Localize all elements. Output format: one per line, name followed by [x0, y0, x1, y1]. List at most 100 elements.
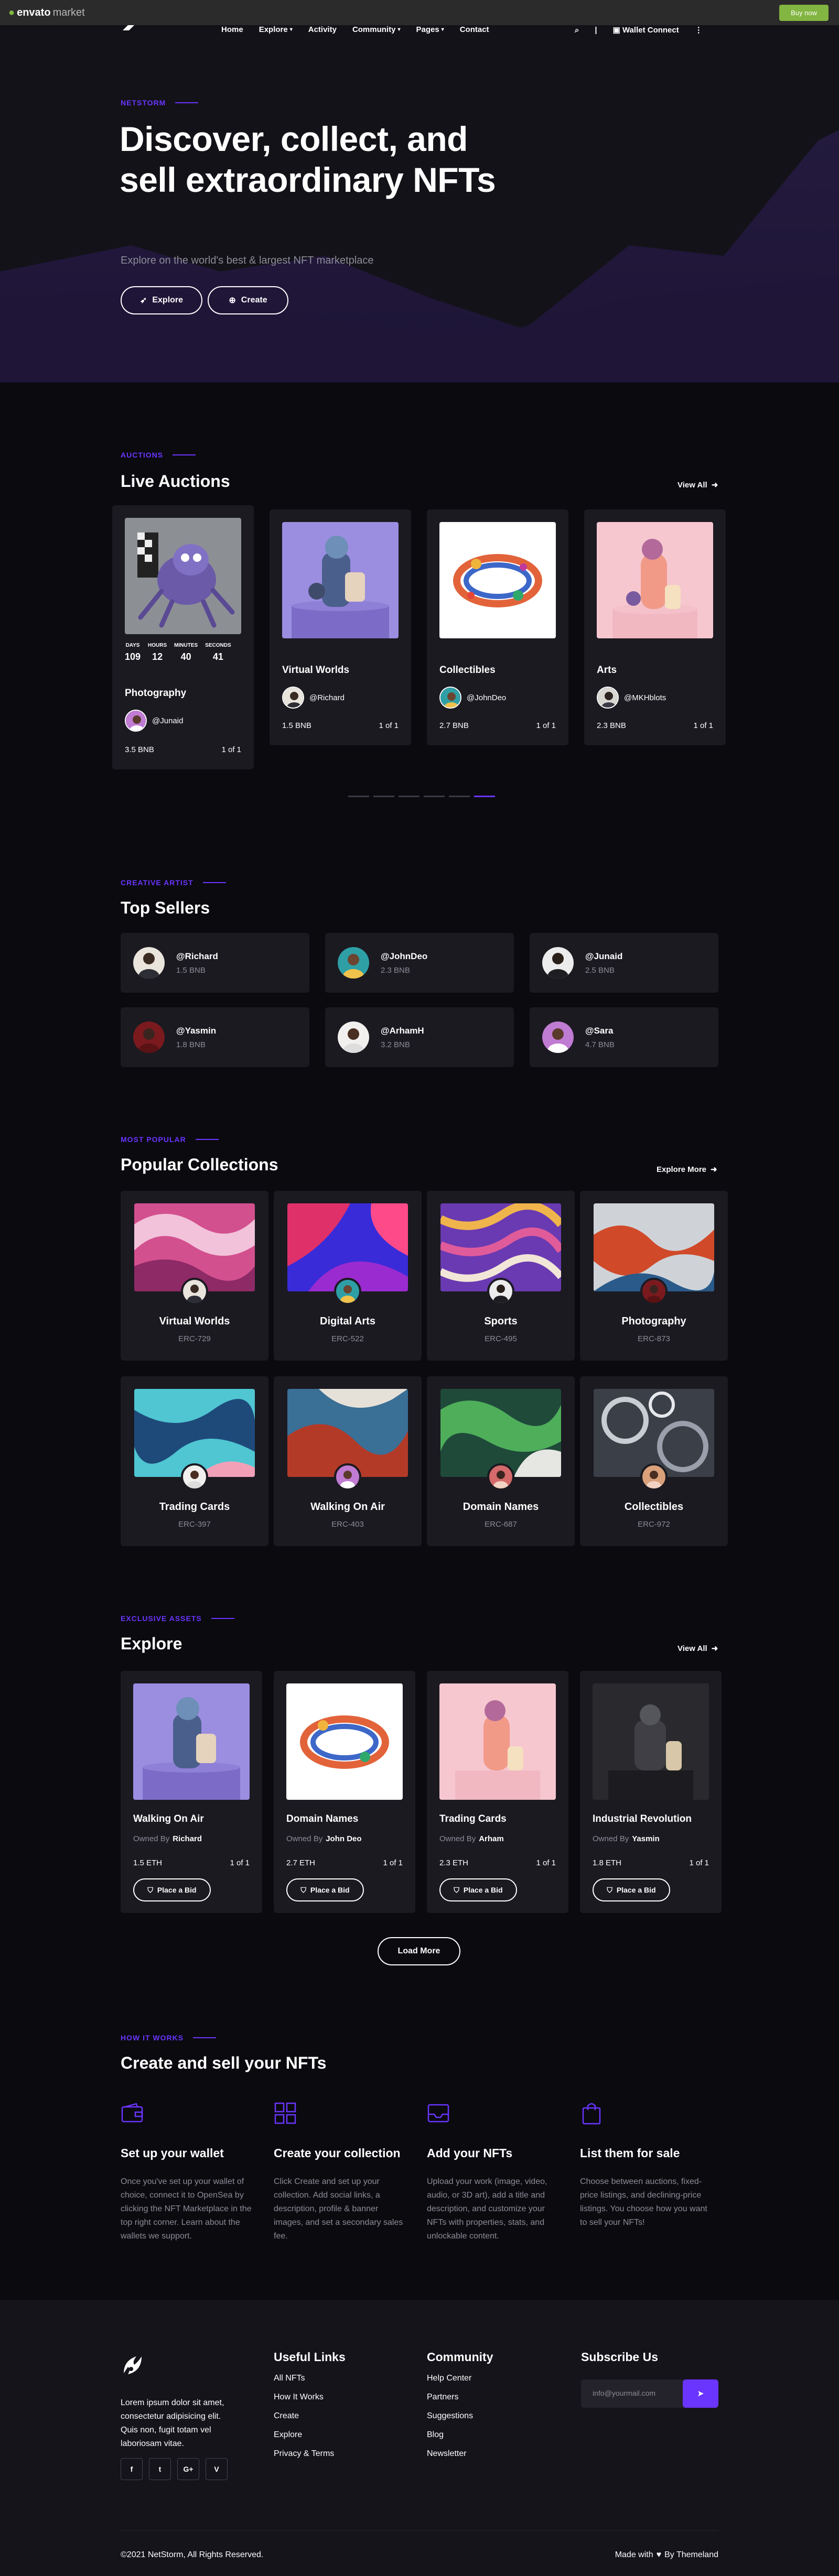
countdown-value: 40 [180, 651, 191, 662]
auction-owner[interactable]: @Richard [282, 687, 345, 709]
explore-card[interactable]: Walking On Air Owned By Richard 1.5 ETH 1… [121, 1671, 262, 1913]
create-button[interactable]: ⊕ Create [208, 286, 288, 314]
explore-button[interactable]: ➶ Explore [121, 286, 202, 314]
seller-card[interactable]: @Junaid 2.5 BNB [530, 933, 718, 993]
hero-subtitle: Explore on the world's best & largest NF… [121, 255, 374, 266]
footer-link[interactable]: Blog [427, 2430, 493, 2440]
collection-card[interactable]: Photography ERC-873 [580, 1191, 728, 1361]
place-bid-button[interactable]: ⛉ Place a Bid [593, 1878, 670, 1901]
menu-icon[interactable]: | [595, 26, 597, 35]
owner-name[interactable]: Arham [479, 1834, 504, 1843]
more-icon[interactable]: ⋮ [695, 25, 703, 35]
footer-link[interactable]: Create [274, 2411, 346, 2421]
twitter-icon[interactable]: t [149, 2458, 171, 2480]
footer-link[interactable]: Suggestions [427, 2411, 493, 2421]
owner-name[interactable]: John Deo [326, 1834, 361, 1843]
pagination-dot[interactable] [399, 796, 420, 797]
avatar [125, 710, 147, 732]
nav-contact[interactable]: Contact [460, 25, 489, 34]
footer-link[interactable]: Newsletter [427, 2449, 493, 2459]
explore-card[interactable]: Domain Names Owned By John Deo 2.7 ETH 1 … [274, 1671, 415, 1913]
facebook-icon[interactable]: f [121, 2458, 143, 2480]
place-bid-button[interactable]: ⛉ Place a Bid [439, 1878, 517, 1901]
pagination-dot[interactable] [348, 796, 369, 797]
footer-link[interactable]: Partners [427, 2393, 493, 2402]
email-input[interactable]: info@yourmail.com [593, 2389, 655, 2397]
footer-link[interactable]: Explore [274, 2430, 346, 2440]
collection-card[interactable]: Sports ERC-495 [427, 1191, 575, 1361]
nav-home[interactable]: Home [221, 25, 243, 34]
footer-link[interactable]: Privacy & Terms [274, 2449, 346, 2459]
google-plus-icon[interactable]: G+ [177, 2458, 199, 2480]
collection-card[interactable]: Collectibles ERC-972 [580, 1376, 728, 1546]
pagination-dot[interactable] [449, 796, 470, 797]
collection-card[interactable]: Trading Cards ERC-397 [121, 1376, 268, 1546]
pagination-dot[interactable] [424, 796, 445, 797]
subscribe-form: info@yourmail.com ➤ [581, 2379, 718, 2408]
owner-name[interactable]: Yasmin [632, 1834, 660, 1843]
netstorm-logo-icon[interactable] [122, 25, 136, 31]
collection-code: ERC-687 [485, 1520, 517, 1529]
explore-card[interactable]: Industrial Revolution Owned By Yasmin 1.8… [580, 1671, 722, 1913]
auction-owner[interactable]: @JohnDeo [439, 687, 506, 709]
collection-card[interactable]: Walking On Air ERC-403 [274, 1376, 422, 1546]
envato-logo[interactable]: ● envato market [8, 7, 85, 19]
seller-card[interactable]: @Yasmin 1.8 BNB [121, 1007, 309, 1067]
pagination-dot[interactable] [373, 796, 394, 797]
nav-explore[interactable]: Explore ▾ [259, 25, 293, 34]
bag-icon [582, 2103, 601, 2125]
search-icon[interactable]: ⌕ [575, 26, 579, 35]
bag-icon: ⛉ [454, 1885, 459, 1894]
nav-activity[interactable]: Activity [308, 25, 337, 34]
wallet-connect-button[interactable]: ▣ Wallet Connect [613, 25, 679, 35]
nav-pages[interactable]: Pages ▾ [416, 25, 444, 34]
place-bid-button[interactable]: ⛉ Place a Bid [133, 1878, 211, 1901]
footer-link[interactable]: All NFTs [274, 2374, 346, 2383]
footer-link[interactable]: Help Center [427, 2374, 493, 2383]
collection-card[interactable]: Domain Names ERC-687 [427, 1376, 575, 1546]
wallet-icon [121, 2103, 143, 2123]
explore-card-title: Walking On Air [133, 1813, 204, 1824]
netstorm-logo-icon[interactable] [121, 2353, 144, 2376]
step-wallet: Set up your wallet Once you've set up yo… [121, 2102, 255, 2243]
explore-more-link[interactable]: Explore More ➜ [657, 1165, 717, 1175]
auction-card[interactable]: Collectibles @JohnDeo 2.7 BNB 1 of 1 [427, 509, 568, 745]
avatar [542, 1021, 574, 1053]
hero-section: Home Explore ▾ Activity Community ▾ Pages ▾… [0, 25, 839, 383]
collection-title: Collectibles [624, 1501, 684, 1513]
step-text: Upload your work (image, video, audio, o… [427, 2177, 547, 2241]
auction-owner[interactable]: @Junaid [125, 710, 183, 732]
auction-owner[interactable]: @MKHblots [597, 687, 666, 709]
pagination-dot-active[interactable] [474, 796, 495, 797]
collection-code: ERC-403 [331, 1520, 364, 1529]
owner-name[interactable]: Richard [173, 1834, 202, 1843]
subscribe-button[interactable]: ➤ [683, 2379, 718, 2408]
auctions-tag: AUCTIONS [121, 451, 196, 459]
auctions-view-all-link[interactable]: View All ➜ [677, 480, 718, 490]
buy-now-button[interactable]: Buy now [779, 4, 829, 21]
explore-card[interactable]: Trading Cards Owned By Arham 2.3 ETH 1 of… [427, 1671, 568, 1913]
seller-card[interactable]: @ArhamH 3.2 BNB [325, 1007, 514, 1067]
seller-card[interactable]: @Richard 1.5 BNB [121, 933, 309, 993]
explore-view-all-link[interactable]: View All ➜ [677, 1644, 718, 1654]
step-text: Choose between auctions, fixed-price lis… [580, 2177, 707, 2227]
nav-menu: Home Explore ▾ Activity Community ▾ Pages ▾… [221, 25, 489, 34]
place-bid-button[interactable]: ⛉ Place a Bid [286, 1878, 364, 1901]
auction-card[interactable]: Virtual Worlds @Richard 1.5 BNB 1 of 1 [270, 509, 411, 745]
footer-link[interactable]: How It Works [274, 2393, 346, 2402]
vine-icon[interactable]: V [206, 2458, 228, 2480]
load-more-button[interactable]: Load More [378, 1937, 460, 1965]
auction-card[interactable]: Arts @MKHblots 2.3 BNB 1 of 1 [584, 509, 726, 745]
owned-by-label: Owned By [593, 1834, 629, 1843]
countdown-seconds: SECONDS 41 [205, 643, 231, 662]
seller-card[interactable]: @JohnDeo 2.3 BNB [325, 933, 514, 993]
auction-card[interactable]: DAYS 109 HOURS 12 MINUTES 40 SECONDS 41 Phot… [112, 505, 254, 769]
seller-card[interactable]: @Sara 4.7 BNB [530, 1007, 718, 1067]
nft-image [125, 518, 241, 634]
collection-card[interactable]: Virtual Worlds ERC-729 [121, 1191, 268, 1361]
nav-community[interactable]: Community ▾ [352, 25, 401, 34]
bag-icon: ⛉ [147, 1885, 153, 1894]
collection-card[interactable]: Digital Arts ERC-522 [274, 1191, 422, 1361]
footer-about: Lorem ipsum dolor sit amet, consectetur … [121, 2398, 224, 2448]
made-suffix[interactable]: By Themeland [664, 2550, 718, 2560]
